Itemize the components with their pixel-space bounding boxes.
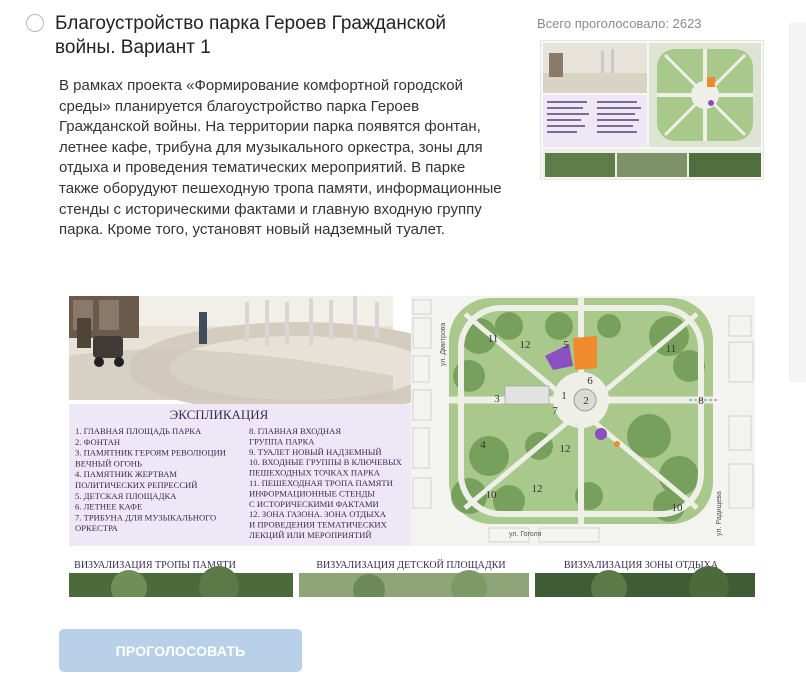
legend-line: 12. ЗОНА ГАЗОНА. ЗОНА ОТДЫХА (249, 509, 387, 519)
legend-line: ПОЛИТИЧЕСКИХ РЕПРЕССИЙ (75, 480, 197, 490)
site-plan: 1 2 3 4 5 6 7 8 10 10 11 11 12 12 12 ул.… (411, 296, 755, 546)
legend-line: ПЕШЕХОДНЫХ ТОЧКАХ ПАРКА (249, 468, 381, 478)
legend-line: 6. ЛЕТНЕЕ КАФЕ (75, 502, 142, 512)
project-thumbnail[interactable] (540, 40, 764, 180)
legend-line: 1. ГЛАВНАЯ ПЛОЩАДЬ ПАРКА (75, 426, 202, 436)
legend-title: ЭКСПЛИКАЦИЯ (170, 407, 269, 422)
svg-text:6: 6 (587, 375, 593, 387)
svg-text:12: 12 (520, 339, 531, 351)
svg-text:5: 5 (563, 339, 569, 351)
visualization-strip: ВИЗУАЛИЗАЦИЯ ТРОПЫ ПАМЯТИ ВИЗУАЛИЗАЦИЯ Д… (69, 546, 755, 597)
legend-line: С ИСТОРИЧЕСКИМИ ФАКТАМИ (249, 499, 379, 509)
explication-legend: ЭКСПЛИКАЦИЯ 1. ГЛАВНАЯ ПЛОЩАДЬ ПАРКА2. Ф… (69, 404, 411, 546)
legend-line: ОРКЕСТРА (75, 523, 119, 533)
svg-text:ВИЗУАЛИЗАЦИЯ ДЕТСКОЙ ПЛОЩАДКИ: ВИЗУАЛИЗАЦИЯ ДЕТСКОЙ ПЛОЩАДКИ (316, 559, 505, 571)
legend-line: ВЕЧНЫЙ ОГОНЬ (75, 458, 142, 468)
project-plan-image[interactable]: ЭКСПЛИКАЦИЯ 1. ГЛАВНАЯ ПЛОЩАДЬ ПАРКА 2. Ф… (69, 296, 755, 597)
legend-line: И ПРОВЕДЕНИЯ ТЕМАТИЧЕСКИХ (249, 520, 388, 530)
legend-line: ИНФОРМАЦИОННЫЕ СТЕНДЫ (249, 488, 375, 498)
svg-text:12: 12 (560, 443, 571, 455)
legend-line: 11. ПЕШЕХОДНАЯ ТРОПА ПАМЯТИ (249, 478, 393, 488)
svg-text:12: 12 (532, 483, 543, 495)
svg-text:4: 4 (480, 439, 486, 451)
project-description: В рамках проекта «Формирование комфортно… (59, 77, 502, 239)
svg-text:1: 1 (561, 390, 567, 402)
project-title: Благоустройство парка Героев Гражданской… (55, 13, 447, 58)
votes-total: Всего проголосовало: 2623 (537, 16, 702, 31)
svg-text:8: 8 (698, 395, 704, 407)
legend-line: 10. ВХОДНЫЕ ГРУППЫ В КЛЮЧЕВЫХ (249, 457, 403, 467)
vote-option-radio[interactable] (26, 14, 44, 32)
legend-line: 4. ПАМЯТНИК ЖЕРТВАМ (75, 469, 177, 479)
svg-text:2: 2 (583, 395, 589, 407)
legend-line: 8. ГЛАВНАЯ ВХОДНАЯ (249, 426, 341, 436)
svg-text:3: 3 (494, 393, 500, 405)
legend-line: ГРУППА ПАРКА (249, 436, 315, 446)
svg-text:10: 10 (672, 502, 684, 514)
svg-text:11: 11 (666, 343, 677, 355)
svg-text:ВИЗУАЛИЗАЦИЯ ЗОНЫ ОТДЫХА: ВИЗУАЛИЗАЦИЯ ЗОНЫ ОТДЫХА (564, 560, 719, 571)
vote-button[interactable]: ПРОГОЛОСОВАТЬ (59, 629, 302, 672)
svg-text:ул. Дмитрова: ул. Дмитрова (440, 323, 447, 366)
legend-line: 5. ДЕТСКАЯ ПЛОЩАДКА (75, 491, 177, 501)
svg-text:10: 10 (486, 489, 498, 501)
scrollbar[interactable] (789, 22, 806, 382)
svg-text:ул. Радищева: ул. Радищева (716, 491, 723, 536)
legend-line: 9. ТУАЛЕТ НОВЫЙ НАДЗЕМНЫЙ (249, 447, 382, 457)
svg-text:11: 11 (488, 333, 499, 345)
svg-text:ул. Гоголя: ул. Гоголя (509, 531, 542, 538)
legend-line: ЛЕКЦИЙ ИЛИ МЕРОПРИЯТИЙ (249, 530, 372, 540)
svg-text:7: 7 (552, 405, 558, 417)
legend-line: 2. ФОНТАН (75, 437, 120, 447)
legend-line: 7. ТРИБУНА ДЛЯ МУЗЫКАЛЬНОГО (75, 512, 216, 522)
legend-line: 3. ПАМЯТНИК ГЕРОЯМ РЕВОЛЮЦИИ (75, 448, 226, 458)
